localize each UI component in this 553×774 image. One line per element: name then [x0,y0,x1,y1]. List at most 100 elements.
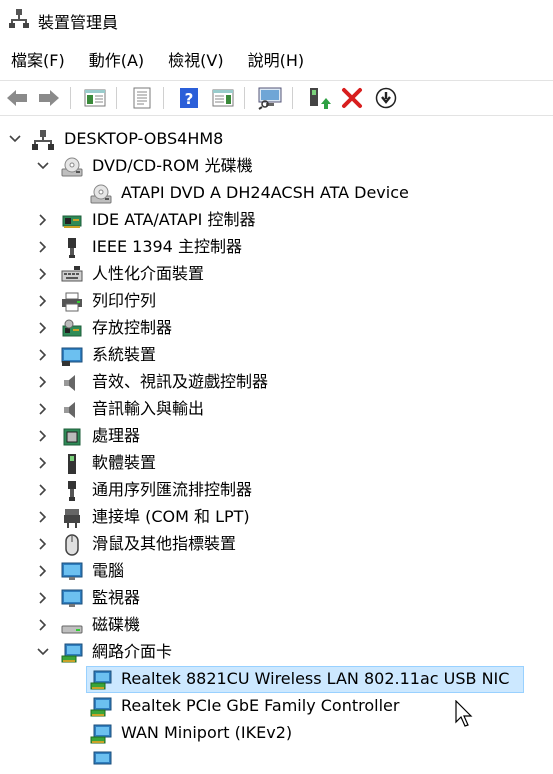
menu-file[interactable]: 檔案(F) [0,47,77,71]
properties-icon [133,87,151,109]
port-icon [64,509,80,528]
tree-category-disk[interactable]: 磁碟機 [0,612,553,639]
category-label: 列印佇列 [92,291,157,310]
storage-controller-icon [62,319,82,337]
uninstall-device-icon [342,88,362,108]
category-label: 滑鼠及其他指標裝置 [92,534,237,553]
computer-monitor-icon [61,562,83,580]
chevron-right-icon[interactable] [36,510,50,524]
chevron-right-icon[interactable] [36,618,50,632]
tree-category-usb[interactable]: 通用序列匯流排控制器 [0,477,553,504]
category-label: 磁碟機 [92,615,141,634]
device-label: ATAPI DVD A DH24ACSH ATA Device [121,183,409,202]
category-label: IDE ATA/ATAPI 控制器 [92,210,256,229]
chevron-right-icon[interactable] [36,348,50,362]
menu-help[interactable]: 說明(H) [236,47,317,71]
network-adapter-icon [90,697,112,717]
show-hide-tree-button[interactable] [82,85,108,111]
printer-icon [62,292,82,312]
back-button[interactable] [4,85,30,111]
tree-category-hid[interactable]: 人性化介面裝置 [0,261,553,288]
chevron-down-icon[interactable] [36,645,50,659]
category-label: 存放控制器 [92,318,173,337]
disk-drive-icon [61,625,83,634]
monitor-icon [61,589,83,607]
tree-category-software[interactable]: 軟體裝置 [0,450,553,477]
software-device-icon [68,454,76,474]
chevron-right-icon[interactable] [36,402,50,416]
tree-category-mouse[interactable]: 滑鼠及其他指標裝置 [0,531,553,558]
chevron-right-icon[interactable] [36,537,50,551]
chevron-right-icon[interactable] [36,213,50,227]
audio-icon [64,375,75,391]
category-label: 監視器 [92,588,141,607]
mouse-icon [65,534,79,556]
network-adapter-icon [90,670,112,690]
chevron-right-icon[interactable] [36,456,50,470]
tree-category-ieee1394[interactable]: IEEE 1394 主控制器 [0,234,553,261]
forward-button[interactable] [36,85,62,111]
properties-button[interactable] [129,85,155,111]
tree-category-processor[interactable]: 處理器 [0,423,553,450]
tree-category-ide[interactable]: IDE ATA/ATAPI 控制器 [0,207,553,234]
chevron-down-icon[interactable] [36,159,50,173]
category-label: 網路介面卡 [92,642,173,661]
svg-text:?: ? [185,90,194,108]
scan-hardware-button[interactable] [257,85,283,111]
mouse-cursor-icon [455,700,473,727]
tree-category-network[interactable]: 網路介面卡 [0,639,553,666]
chevron-right-icon[interactable] [36,240,50,254]
disable-device-icon [375,87,397,109]
dvd-drive-icon [90,184,112,204]
chevron-right-icon[interactable] [36,483,50,497]
category-label: 電腦 [92,561,125,580]
tree-category-computer[interactable]: 電腦 [0,558,553,585]
tree-category-monitor[interactable]: 監視器 [0,585,553,612]
tree-category-storage[interactable]: 存放控制器 [0,315,553,342]
tree-category-print-queue[interactable]: 列印佇列 [0,288,553,315]
tree-root[interactable]: DESKTOP-OBS4HM8 [0,126,553,153]
tree-category-audio-io[interactable]: 音訊輸入與輸出 [0,396,553,423]
toolbar-separator [70,87,71,109]
device-label: Realtek 8821CU Wireless LAN 802.11ac USB… [121,669,510,688]
tree-device-selected[interactable]: Realtek 8821CU Wireless LAN 802.11ac USB… [0,666,553,693]
chevron-right-icon[interactable] [36,294,50,308]
chevron-right-icon[interactable] [36,267,50,281]
chevron-right-icon[interactable] [36,429,50,443]
menu-view[interactable]: 檢視(V) [156,47,235,71]
disable-device-button[interactable] [373,85,399,111]
tree-device-partial[interactable] [0,747,553,774]
action-pane-button[interactable] [210,85,236,111]
device-tree[interactable]: DESKTOP-OBS4HM8 DVD/CD-ROM 光碟機 ATAPI DVD… [0,122,553,765]
chevron-down-icon[interactable] [8,132,22,146]
tree-category-dvd[interactable]: DVD/CD-ROM 光碟機 [0,153,553,180]
network-adapter-icon [93,751,112,765]
scan-hardware-icon [258,87,282,110]
show-hide-tree-icon [84,89,106,107]
chevron-right-icon[interactable] [36,321,50,335]
update-driver-icon [310,88,331,109]
update-driver-button[interactable] [306,85,332,111]
category-label: 系統裝置 [92,345,157,364]
computer-name: DESKTOP-OBS4HM8 [64,129,224,148]
system-devices-icon [61,347,83,366]
category-label: IEEE 1394 主控制器 [92,237,242,256]
toolbar-separator [292,87,293,109]
chevron-right-icon[interactable] [36,564,50,578]
category-label: 人性化介面裝置 [92,264,205,283]
help-button[interactable]: ? [176,85,202,111]
tree-device[interactable]: ATAPI DVD A DH24ACSH ATA Device [0,180,553,207]
network-adapter-icon [90,724,112,744]
tree-category-audio-video[interactable]: 音效、視訊及遊戲控制器 [0,369,553,396]
hid-keyboard-icon [61,266,83,282]
toolbar-separator [116,87,117,109]
menu-action[interactable]: 動作(A) [77,47,156,71]
processor-icon [63,428,81,446]
tree-category-system[interactable]: 系統裝置 [0,342,553,369]
help-icon: ? [180,88,198,108]
chevron-right-icon[interactable] [36,375,50,389]
ieee1394-controller-icon [68,238,76,258]
chevron-right-icon[interactable] [36,591,50,605]
uninstall-device-button[interactable] [339,85,365,111]
tree-category-ports[interactable]: 連接埠 (COM 和 LPT) [0,504,553,531]
